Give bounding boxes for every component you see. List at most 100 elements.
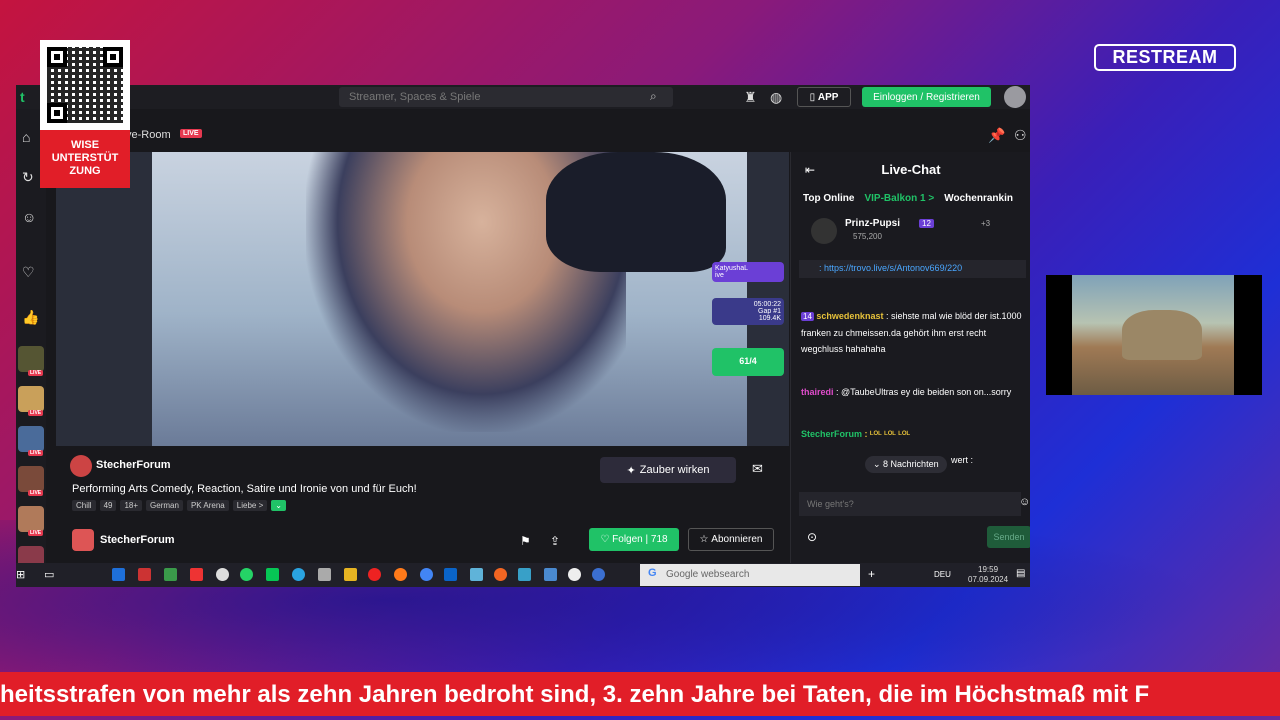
taskbar-search-input[interactable]: Google websearch — [640, 564, 860, 586]
pin-icon[interactable]: 📌 — [988, 127, 1005, 144]
app-icon[interactable] — [190, 568, 203, 581]
zauber-button[interactable]: ✦ Zauber wirken — [600, 457, 736, 483]
message-user[interactable]: thairedi — [801, 387, 834, 397]
followed-channel-avatar[interactable]: LIVE — [18, 506, 44, 536]
tab-top-online[interactable]: Top Online — [803, 193, 854, 204]
flag-icon[interactable]: ⚑ — [520, 534, 531, 548]
followed-channel-avatar[interactable]: LIVE — [18, 386, 44, 416]
follow-count: 718 — [650, 534, 668, 545]
app-icon[interactable] — [568, 568, 581, 581]
overlay-value: 109.4K — [758, 315, 781, 322]
send-button[interactable]: Senden — [987, 526, 1030, 548]
top-user-avatar[interactable] — [811, 218, 837, 244]
tag[interactable]: PK Arena — [186, 500, 229, 511]
tab-wochenranking[interactable]: Wochenrankin — [944, 193, 1013, 204]
opera-icon[interactable] — [368, 568, 381, 581]
overlay-card-katyusha[interactable]: KatyushaL ive — [712, 262, 784, 282]
chat-message: wert : — [951, 452, 1021, 468]
task-view-icon[interactable]: ▭ — [44, 568, 54, 581]
chat-message: StecherForum : ᴸᴼᴸ ᴸᴼᴸ ᴸᴼᴸ — [801, 426, 1026, 442]
app-icon[interactable] — [518, 568, 531, 581]
follow-button[interactable]: ♡ Folgen | 718 — [589, 528, 679, 551]
subscribe-button[interactable]: ☆ Abonnieren — [688, 528, 774, 551]
telegram-icon[interactable] — [292, 568, 305, 581]
trovo-logo[interactable]: t — [20, 89, 25, 105]
emoji-icon[interactable]: ☺ — [1019, 496, 1030, 508]
thumbs-up-icon[interactable]: 👍 — [22, 309, 39, 326]
followed-channel-avatar[interactable]: LIVE — [18, 466, 44, 496]
firefox-icon[interactable] — [394, 568, 407, 581]
live-badge: LIVE — [28, 450, 44, 456]
app-icon[interactable] — [544, 568, 557, 581]
system-clock[interactable]: 19:59 07.09.2024 — [968, 565, 1008, 585]
video-player[interactable]: KatyushaL ive 05:00:22 Gap #1 109.4K 61/… — [56, 152, 789, 446]
zauber-label: Zauber wirken — [639, 464, 710, 476]
app-icon[interactable] — [592, 568, 605, 581]
app-icon[interactable] — [164, 568, 177, 581]
live-badge: LIVE — [28, 530, 44, 536]
tag[interactable]: 49 — [99, 500, 117, 511]
app-icon[interactable] — [112, 568, 125, 581]
tag-expand[interactable]: ⌄ — [271, 500, 286, 511]
home-icon[interactable]: ⌂ — [22, 129, 30, 145]
search-input[interactable]: Streamer, Spaces & Spiele — [339, 87, 673, 107]
live-badge: LIVE — [28, 410, 44, 416]
tag[interactable]: German — [146, 500, 183, 511]
owner-name[interactable]: StecherForum — [100, 534, 175, 546]
overlay-card-gap[interactable]: 05:00:22 Gap #1 109.4K — [712, 298, 784, 325]
add-icon[interactable]: + — [868, 567, 875, 581]
top-user-name[interactable]: Prinz-Pupsi — [845, 218, 900, 229]
overlay-time: 05:00:22 — [753, 301, 781, 308]
line-icon[interactable] — [266, 568, 279, 581]
folder-icon[interactable] — [344, 568, 357, 581]
pip-rock — [1122, 310, 1202, 360]
chrome-icon[interactable] — [420, 568, 433, 581]
chat-title: Live-Chat — [881, 162, 941, 177]
whatsapp-icon[interactable] — [240, 568, 253, 581]
owner-avatar[interactable] — [72, 529, 94, 551]
app-icon[interactable] — [138, 568, 151, 581]
settings-icon[interactable]: ⊙ — [807, 530, 817, 544]
overlay-card-counter[interactable]: 61/4 — [712, 348, 784, 376]
share-icon[interactable]: ⇪ — [550, 534, 560, 548]
app-button[interactable]: ▯ APP — [797, 87, 851, 107]
spell-icon: ✦ — [626, 464, 636, 477]
gift-icon[interactable]: ✉ — [752, 461, 763, 477]
overlay-sub: ive — [715, 272, 724, 279]
pinned-link[interactable]: : https://trovo.live/s/Antonov669/220 — [799, 260, 1026, 278]
windows-start-icon[interactable]: ⊞ — [16, 568, 25, 581]
app-icon[interactable] — [318, 568, 331, 581]
new-messages-button[interactable]: ⌄ 8 Nachrichten — [865, 456, 947, 473]
app-icon[interactable] — [216, 568, 229, 581]
login-button[interactable]: Einloggen / Registrieren — [862, 87, 991, 107]
tag[interactable]: 18+ — [120, 500, 143, 511]
chat-input[interactable]: Wie geht's? — [799, 492, 1021, 516]
follow-label: Folgen — [612, 534, 643, 545]
castle-icon[interactable]: ♜ — [744, 89, 757, 106]
search-icon[interactable]: ⌕ — [650, 89, 657, 104]
heart-icon[interactable]: ♡ — [22, 264, 35, 281]
profile-icon[interactable]: ⚇ — [1014, 127, 1027, 144]
tab-vip[interactable]: VIP-Balkon 1 > — [864, 193, 934, 204]
streamer-name[interactable]: StecherForum — [96, 459, 171, 471]
refresh-icon[interactable]: ↻ — [22, 169, 34, 186]
language-indicator[interactable]: DEU — [934, 570, 951, 579]
tag[interactable]: Liebe > — [232, 500, 268, 511]
message-user[interactable]: schwedenknast — [816, 311, 883, 321]
video-side-bar — [56, 152, 152, 446]
user-avatar[interactable] — [1004, 86, 1026, 108]
app-icon[interactable] — [494, 568, 507, 581]
globe-icon[interactable]: ◍ — [770, 89, 782, 106]
notification-icon[interactable]: ▤ — [1016, 568, 1025, 579]
live-badge: LIVE — [28, 370, 44, 376]
site-topbar: t Streamer, Spaces & Spiele ⌕ ♜ ◍ ▯ APP … — [16, 85, 1030, 109]
message-text: : ᴸᴼᴸ ᴸᴼᴸ ᴸᴼᴸ — [864, 429, 911, 439]
streamer-avatar[interactable] — [70, 455, 92, 477]
followed-channel-avatar[interactable]: LIVE — [18, 346, 44, 376]
message-user[interactable]: StecherForum — [801, 429, 862, 439]
user-icon[interactable]: ☺ — [22, 209, 36, 225]
outlook-icon[interactable] — [444, 568, 457, 581]
app-icon[interactable] — [470, 568, 483, 581]
followed-channel-avatar[interactable]: LIVE — [18, 426, 44, 456]
tag[interactable]: Chill — [72, 500, 96, 511]
